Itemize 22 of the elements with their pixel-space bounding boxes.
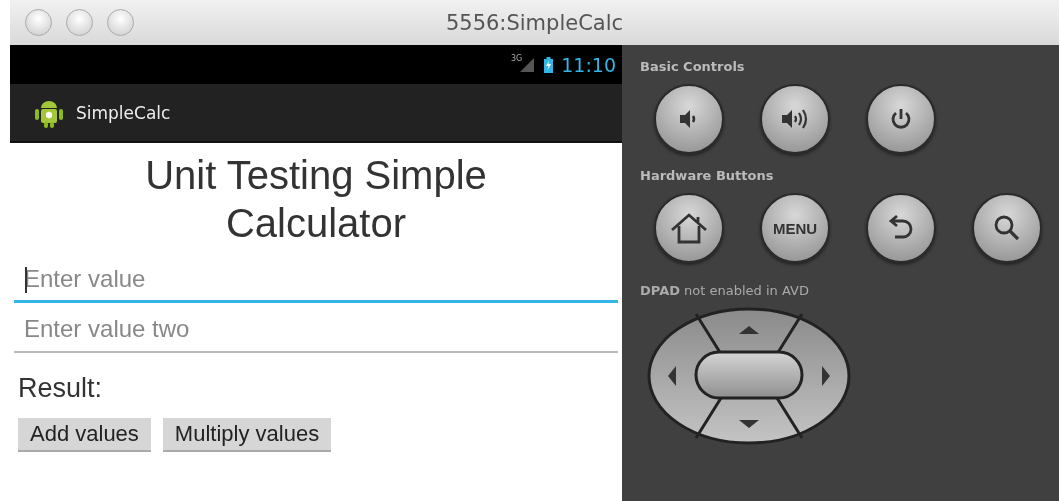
signal-icon <box>520 57 535 72</box>
result-label: Result: <box>18 373 104 404</box>
clock-time: 11:10 <box>561 53 616 76</box>
dpad-note: DPAD not enabled in AVD <box>640 283 810 298</box>
section-label: Hardware Buttons <box>640 168 775 183</box>
volume-button[interactable] <box>654 84 724 154</box>
action-button[interactable]: Add values <box>18 418 151 452</box>
network-type: 3G <box>510 54 523 63</box>
app-title: SimpleCalc <box>76 102 171 123</box>
home-icon <box>669 211 709 245</box>
menu-button[interactable]: MENU <box>760 193 830 263</box>
page-heading: Unit Testing Simple Calculator <box>144 152 488 247</box>
volume-button[interactable] <box>760 84 830 154</box>
power-button[interactable] <box>866 84 936 154</box>
text-field[interactable]: Enter value two <box>14 307 618 353</box>
home-button[interactable] <box>654 193 724 263</box>
section-label: Basic Controls <box>640 59 746 74</box>
battery-icon <box>544 56 554 73</box>
action-button[interactable]: Multiply values <box>162 418 332 452</box>
search-button[interactable] <box>972 193 1042 263</box>
window-title: 5556:SimpleCalc <box>445 10 624 35</box>
back-button[interactable] <box>866 193 936 263</box>
